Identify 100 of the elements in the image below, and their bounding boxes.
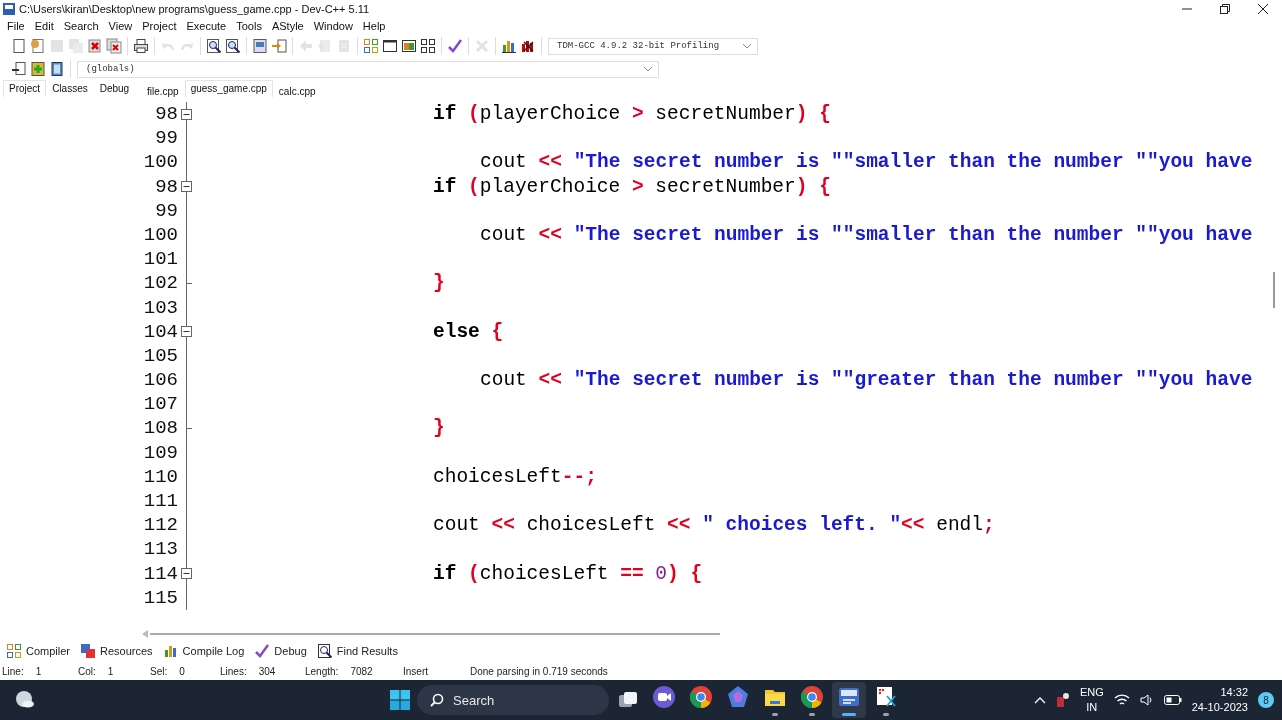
- line-number: 111: [143, 489, 178, 514]
- file-tab[interactable]: guess_game.cpp: [184, 80, 273, 97]
- search-field[interactable]: Search: [417, 685, 609, 715]
- close-icon[interactable]: [1258, 4, 1268, 14]
- line-number: 98: [155, 174, 178, 199]
- status-message: Done parsing in 0.719 seconds: [470, 665, 608, 677]
- fold-end-icon: [187, 281, 192, 285]
- line-number: 108: [143, 416, 178, 441]
- code-line: }: [433, 417, 445, 440]
- code-line: cout << "The secret number is ""smaller than the number ""you have: [480, 151, 1253, 174]
- chevron-up-icon[interactable]: [1033, 696, 1046, 704]
- status-label: Sel:: [150, 665, 168, 677]
- panel-icon[interactable]: [252, 38, 268, 54]
- battery-icon[interactable]: [1163, 694, 1182, 706]
- search-page-icon: [316, 643, 333, 659]
- clock[interactable]: 14:32 24-10-2023: [1191, 685, 1248, 715]
- video-camera-icon[interactable]: [650, 684, 677, 710]
- chevron-down-icon[interactable]: [644, 66, 652, 72]
- line-number: 99: [155, 198, 178, 223]
- status-value: 1: [107, 665, 114, 677]
- menu-item[interactable]: View: [104, 20, 139, 32]
- restore-icon[interactable]: [1220, 4, 1230, 14]
- scope-dropdown[interactable]: (globals): [77, 60, 659, 78]
- menu-item[interactable]: Tools: [232, 20, 268, 32]
- browser-icon[interactable]: [687, 684, 714, 710]
- line-number: 106: [143, 368, 178, 393]
- browser-icon[interactable]: [798, 684, 825, 710]
- wifi-icon[interactable]: [1113, 693, 1130, 707]
- line-number: 115: [143, 585, 178, 610]
- app-icon: [3, 3, 15, 15]
- line-number: 114: [143, 561, 178, 586]
- grid-icon[interactable]: [420, 38, 436, 54]
- menu-item[interactable]: Window: [309, 20, 359, 32]
- line-number: 99: [155, 126, 178, 151]
- line-number: 98: [155, 102, 178, 127]
- fold-icon[interactable]: [181, 568, 192, 580]
- status-label: Col:: [78, 665, 96, 677]
- search-page-icon[interactable]: [225, 38, 241, 54]
- menu-item[interactable]: Search: [59, 20, 105, 32]
- line-number: 105: [143, 343, 178, 369]
- page-icon[interactable]: [30, 38, 46, 54]
- status-label: Line:: [2, 665, 24, 677]
- menu-item[interactable]: Execute: [182, 20, 233, 32]
- scrollbar-thumb[interactable]: [150, 633, 720, 635]
- chart-x-icon[interactable]: [520, 38, 536, 54]
- code-line: else {: [433, 320, 504, 343]
- speaker-icon[interactable]: [1139, 693, 1154, 707]
- line-number: 110: [143, 464, 178, 489]
- line-number: 102: [143, 271, 178, 296]
- fold-icon[interactable]: [181, 181, 192, 193]
- panel-tab[interactable]: Project: [3, 80, 47, 97]
- chart-icon[interactable]: [501, 38, 517, 54]
- panel-tab[interactable]: Debug: [254, 643, 307, 659]
- status-value: 1: [35, 665, 42, 677]
- menu-item[interactable]: Project: [138, 20, 183, 32]
- panel-tab[interactable]: Compile Log: [162, 643, 245, 659]
- search-icon[interactable]: [206, 38, 222, 54]
- scrollbar-thumb[interactable]: [1273, 272, 1275, 308]
- page-icon[interactable]: [11, 38, 27, 54]
- code-line: if (choicesLeft == 0) {: [433, 562, 703, 585]
- printer-icon[interactable]: [133, 38, 149, 54]
- code-line: choicesLeft--;: [433, 465, 597, 488]
- insert-mode: Insert: [403, 665, 428, 677]
- line-number: 104: [143, 319, 178, 344]
- window-icon[interactable]: [382, 38, 398, 54]
- page-x-icon[interactable]: [87, 38, 103, 54]
- line-number: 100: [143, 150, 178, 175]
- menu-item[interactable]: AStyle: [267, 20, 310, 32]
- page-arrow-icon[interactable]: [11, 61, 27, 77]
- code-line: cout << choicesLeft << " choices left. "<< endl;: [433, 514, 995, 537]
- menu-item[interactable]: Edit: [30, 20, 60, 32]
- language-indicator[interactable]: ENG IN: [1079, 685, 1104, 715]
- status-value: 0: [179, 665, 185, 677]
- panel-icon[interactable]: [49, 61, 65, 77]
- fold-icon[interactable]: [181, 108, 192, 120]
- notification-badge[interactable]: 8: [1258, 692, 1274, 708]
- status-value: 304: [258, 665, 276, 677]
- check-icon[interactable]: [447, 38, 463, 54]
- status-label: Lines:: [220, 665, 247, 677]
- menu-item[interactable]: File: [3, 20, 31, 32]
- start-icon[interactable]: [389, 689, 411, 711]
- chevron-down-icon[interactable]: [743, 43, 751, 49]
- panel-tab[interactable]: Resources: [80, 643, 153, 659]
- status-value: 7082: [350, 665, 373, 677]
- line-number: 112: [143, 513, 178, 538]
- line-number: 101: [143, 247, 178, 272]
- pages-x-icon[interactable]: [106, 38, 122, 54]
- tray-app-icon[interactable]: [1055, 692, 1070, 708]
- line-number: 109: [143, 440, 178, 465]
- fold-icon[interactable]: [181, 326, 192, 338]
- panel-tab[interactable]: Compiler: [6, 643, 70, 659]
- code-line: cout << "The secret number is ""greater than the number ""you have: [480, 369, 1253, 392]
- menu-item[interactable]: Help: [358, 20, 392, 32]
- code-line: if (playerChoice > secretNumber) {: [433, 175, 831, 198]
- code-line: if (playerChoice > secretNumber) {: [433, 103, 831, 125]
- panel-tab[interactable]: Find Results: [316, 643, 398, 659]
- compiler-dropdown[interactable]: TDM-GCC 4.9.2 32-bit Profiling: [548, 37, 758, 55]
- window-icon[interactable]: [401, 38, 417, 54]
- plus-page-icon[interactable]: [30, 61, 46, 77]
- line-number: 103: [143, 295, 178, 320]
